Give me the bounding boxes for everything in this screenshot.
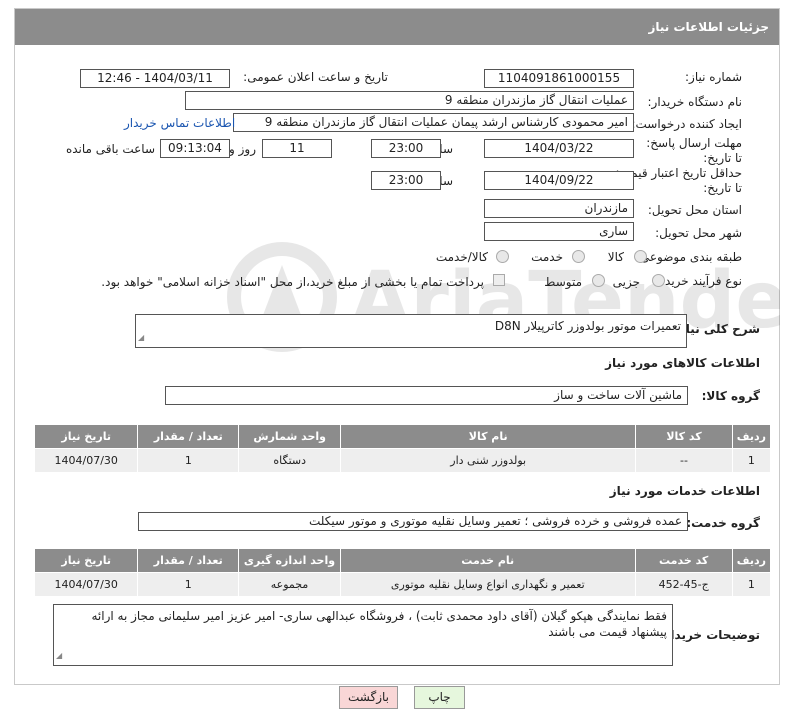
panel-title: جزئیات اطلاعات نیاز (15, 9, 779, 45)
services-group-field: عمده فروشی و خرده فروشی ؛ تعمیر وسایل نق… (138, 512, 688, 531)
services-cell-code: ج-45-452 (634, 572, 733, 597)
category-radio-goods-service[interactable] (496, 250, 509, 263)
process-label: نوع فرآیند خرید : (657, 274, 742, 288)
deadline-time-field: 23:00 (371, 139, 441, 158)
days-field: 11 (262, 139, 332, 158)
services-section-title: اطلاعات خدمات مورد نیاز (609, 484, 760, 498)
goods-col-code: کد کالا (635, 424, 733, 449)
goods-cell-unit: دستگاه (238, 448, 342, 473)
goods-cell-name: بولدوزر شنی دار (340, 448, 637, 473)
services-cell-qty: 1 (137, 572, 240, 597)
creator-field: امیر محمودی کارشناس ارشد پیمان عملیات ان… (233, 113, 634, 132)
city-label: شهر محل تحویل: (655, 226, 742, 240)
city-field: ساری (484, 222, 634, 241)
process-option-minor: جزیی (612, 275, 640, 289)
category-option-goods: کالا (607, 250, 624, 264)
buyer-notes-label: توضیحات خریدار: (658, 628, 760, 642)
table-row: 1 -- بولدوزر شنی دار دستگاه 1 1404/07/30 (33, 448, 772, 473)
days-label: روز و (229, 142, 256, 156)
goods-cell-date: 1404/07/30 (33, 448, 139, 473)
goods-cell-qty: 1 (137, 448, 240, 473)
goods-col-unit: واحد شمارش (238, 424, 342, 449)
services-col-name: نام خدمت (339, 548, 636, 573)
services-cell-row: 1 (731, 572, 772, 597)
need-number-field: 1104091861000155 (484, 69, 634, 88)
buyer-notes-textarea: فقط نمایندگی هپکو گیلان (آقای داود محمدی… (53, 604, 673, 666)
goods-table: ردیف کد کالا نام کالا واحد شمارش تعداد /… (33, 424, 772, 473)
buyer-notes-text: فقط نمایندگی هپکو گیلان (آقای داود محمدی… (91, 609, 667, 639)
goods-col-row: ردیف (731, 424, 772, 449)
process-option-medium: متوسط (544, 275, 582, 289)
services-col-date: تاریخ نیاز (33, 548, 139, 573)
services-table: ردیف کد خدمت نام خدمت واحد اندازه گیری ت… (33, 548, 772, 597)
category-label: طبقه بندی موضوعی: (635, 250, 742, 264)
announce-label: تاریخ و ساعت اعلان عمومی: (243, 70, 388, 84)
process-radio-minor[interactable] (652, 274, 665, 287)
announce-field: 1404/03/11 - 12:46 (80, 69, 230, 88)
remaining-time-field: 09:13:04 (160, 139, 230, 158)
goods-section-title: اطلاعات کالاهای مورد نیاز (605, 356, 760, 370)
services-cell-unit: مجموعه (238, 572, 341, 597)
category-option-goods-service: کالا/خدمت (435, 250, 488, 264)
validity-time-field: 23:00 (371, 171, 441, 190)
description-text: تعمیرات موتور بولدوزر کاترپیلار D8N (494, 319, 681, 333)
goods-group-label: گروه کالا: (701, 389, 760, 403)
description-textarea: تعمیرات موتور بولدوزر کاترپیلار D8N ◢ (135, 314, 687, 348)
category-option-service: خدمت (531, 250, 563, 264)
treasury-note: پرداخت تمام یا بخشی از مبلغ خرید،از محل … (101, 275, 484, 289)
province-field: مازندران (484, 199, 634, 218)
treasury-checkbox[interactable] (493, 274, 505, 286)
need-number-label: شماره نیاز: (685, 70, 742, 84)
print-button[interactable]: چاپ (414, 686, 465, 709)
category-radio-service[interactable] (572, 250, 585, 263)
deadline-date-field: 1404/03/22 (484, 139, 634, 158)
services-col-qty: تعداد / مقدار (137, 548, 240, 573)
goods-group-field: ماشین آلات ساخت و ساز (165, 386, 688, 405)
province-label: استان محل تحویل: (647, 203, 742, 217)
services-col-row: ردیف (731, 548, 772, 573)
table-row: 1 ج-45-452 تعمیر و نگهداری انواع وسایل ن… (33, 572, 772, 597)
services-col-unit: واحد اندازه گیری (238, 548, 341, 573)
goods-col-qty: تعداد / مقدار (137, 424, 240, 449)
remaining-label: ساعت باقی مانده (65, 142, 155, 156)
services-group-label: گروه خدمت: (686, 516, 760, 530)
creator-label: ایجاد کننده درخواست: (631, 117, 742, 131)
resize-handle-icon[interactable]: ◢ (138, 330, 144, 346)
goods-cell-row: 1 (731, 448, 772, 473)
category-radio-goods[interactable] (634, 250, 647, 263)
services-cell-date: 1404/07/30 (33, 572, 139, 597)
validity-date-field: 1404/09/22 (484, 171, 634, 190)
goods-col-date: تاریخ نیاز (33, 424, 139, 449)
services-col-code: کد خدمت (634, 548, 733, 573)
process-radio-medium[interactable] (592, 274, 605, 287)
goods-cell-code: -- (635, 448, 733, 473)
back-button[interactable]: بازگشت (339, 686, 398, 709)
goods-col-name: نام کالا (340, 424, 637, 449)
buyer-org-field: عملیات انتقال گاز مازندران منطقه 9 (185, 91, 634, 110)
deadline-label: مهلت ارسال پاسخ: تا تاریخ: (646, 136, 742, 165)
services-cell-name: تعمیر و نگهداری انواع وسایل نقلیه موتوری (339, 572, 636, 597)
resize-handle-icon[interactable]: ◢ (56, 648, 62, 664)
contact-buyer-link[interactable]: اطلاعات تماس خریدار (124, 116, 235, 130)
buyer-org-label: نام دستگاه خریدار: (647, 95, 743, 109)
